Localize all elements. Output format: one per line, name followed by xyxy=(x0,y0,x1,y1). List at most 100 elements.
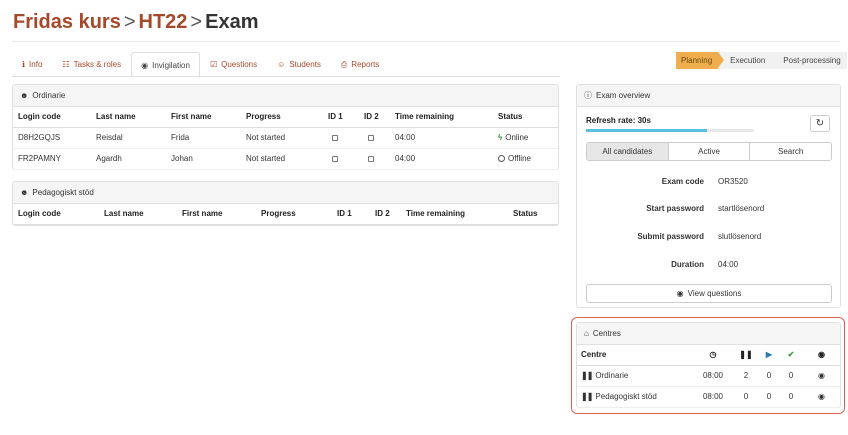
check-icon[interactable]: ✔ xyxy=(779,345,803,366)
col-time-remaining[interactable]: Time remaining xyxy=(401,204,508,225)
id1-checkbox[interactable] xyxy=(332,155,338,162)
breadcrumb-term[interactable]: HT22 xyxy=(139,11,188,33)
tab-info[interactable]: ℹ Info xyxy=(12,52,52,76)
col-progress[interactable]: Progress xyxy=(241,107,323,128)
panel-header: ☻ Ordinarie xyxy=(13,85,558,107)
id2-checkbox[interactable] xyxy=(368,155,374,162)
users-icon: ☻ xyxy=(20,91,29,100)
centres-panel: ⌂ Centres Centre ◷ ❚❚ ▶ ✔ ◉ ❚❚ Ordinarie … xyxy=(576,322,841,408)
time-remaining: 04:00 xyxy=(390,148,493,170)
list-icon: ☷ xyxy=(62,60,70,69)
col-last-name[interactable]: Last name xyxy=(99,204,177,225)
eye-icon[interactable]: ◉ xyxy=(803,386,840,408)
checkbox-icon: ☑ xyxy=(209,60,218,69)
field-label: Submit password xyxy=(637,232,704,241)
col-centre[interactable]: Centre xyxy=(577,345,693,366)
table-row[interactable]: FR2PAMNY Agardh Johan Not started 04:00 … xyxy=(13,148,558,170)
field-value: OR3520 xyxy=(718,177,748,186)
play-icon[interactable]: ▶ xyxy=(759,345,779,366)
eye-icon: ◉ xyxy=(676,289,684,298)
duration-row: Duration 04:00 xyxy=(586,260,832,269)
done-count: 0 xyxy=(779,365,803,387)
eye-icon[interactable]: ◉ xyxy=(803,365,840,387)
info-icon: ℹ xyxy=(22,60,26,69)
centre-name-cell: ❚❚ Ordinarie xyxy=(577,365,693,387)
breadcrumb-current: Exam xyxy=(205,11,259,33)
phase-planning[interactable]: Planning xyxy=(676,52,725,69)
col-id1[interactable]: ID 1 xyxy=(323,107,359,128)
table-row[interactable]: D8H2GQJS Reisdal Frida Not started 04:00… xyxy=(13,127,558,149)
refresh-rate-label: Refresh rate: 30s xyxy=(586,116,651,125)
eye-icon[interactable]: ◉ xyxy=(803,345,840,366)
panel-header: ⓘ Exam overview xyxy=(577,85,840,107)
col-last-name[interactable]: Last name xyxy=(91,107,166,128)
tab-tasks-roles[interactable]: ☷ Tasks & roles xyxy=(52,52,131,76)
panel-header: ☻ Pedagogiskt stöd xyxy=(13,182,558,204)
phase-execution[interactable]: Execution xyxy=(718,52,778,69)
view-questions-button[interactable]: ◉ View questions xyxy=(586,284,832,303)
col-id2[interactable]: ID 2 xyxy=(370,204,401,225)
filter-all-candidates[interactable]: All candidates xyxy=(587,143,668,160)
status-text: Offline xyxy=(508,154,531,163)
breadcrumb-course[interactable]: Fridas kurs xyxy=(13,11,121,33)
refresh-progress-bar xyxy=(586,129,754,132)
tab-label: Tasks & roles xyxy=(73,60,122,69)
progress-fill xyxy=(586,129,707,132)
pedagogiskt-panel: ☻ Pedagogiskt stöd Login code Last name … xyxy=(12,181,559,226)
panel-title: Ordinarie xyxy=(32,91,66,100)
exam-code-row: Exam code OR3520 xyxy=(586,177,832,186)
id1-checkbox[interactable] xyxy=(332,134,338,141)
centre-name-cell: ❚❚ Pedagogiskt stöd xyxy=(577,386,693,408)
active-count: 0 xyxy=(759,386,779,408)
tab-questions[interactable]: ☑ Questions xyxy=(200,52,267,76)
candidate-filter: All candidates Active Search xyxy=(586,142,832,161)
panel-title: Pedagogiskt stöd xyxy=(32,188,94,197)
pause-icon[interactable]: ❚❚ xyxy=(733,345,759,366)
col-time-remaining[interactable]: Time remaining xyxy=(390,107,493,128)
table-header-row: Login code Last name First name Progress… xyxy=(13,107,558,128)
table-row[interactable]: ❚❚ Ordinarie 08:00 2 0 0 ◉ xyxy=(577,365,840,387)
info-icon: ⓘ xyxy=(584,91,592,100)
field-label: Start password xyxy=(646,204,704,213)
panel-header: ⌂ Centres xyxy=(577,323,840,345)
users-icon: ☺ xyxy=(277,60,286,69)
table-row[interactable]: ❚❚ Pedagogiskt stöd 08:00 0 0 0 ◉ xyxy=(577,386,840,408)
col-login-code[interactable]: Login code xyxy=(13,107,91,128)
col-progress[interactable]: Progress xyxy=(256,204,332,225)
centre-name: Pedagogiskt stöd xyxy=(595,392,657,401)
clock-icon[interactable]: ◷ xyxy=(693,345,733,366)
candidates-table: Login code Last name First name Progress… xyxy=(13,107,558,170)
id2-checkbox[interactable] xyxy=(368,134,374,141)
tab-students[interactable]: ☺ Students xyxy=(267,52,331,76)
pause-icon[interactable]: ❚❚ xyxy=(581,371,593,380)
col-id2[interactable]: ID 2 xyxy=(359,107,390,128)
pause-icon[interactable]: ❚❚ xyxy=(581,392,593,401)
filter-search[interactable]: Search xyxy=(749,143,831,160)
status-cell: ϟ Online xyxy=(493,127,558,149)
paused-count: 2 xyxy=(733,365,759,387)
refresh-button[interactable]: ↻ xyxy=(810,115,830,132)
last-name: Agardh xyxy=(91,148,166,170)
field-label: Duration xyxy=(671,260,704,269)
table-header-row: Login code Last name First name Progress… xyxy=(13,204,558,225)
tab-label: Students xyxy=(289,60,321,69)
submit-password-row: Submit password slutlösenord xyxy=(586,232,832,241)
phase-post-processing[interactable]: Post-processing xyxy=(771,52,847,69)
tab-invigilation[interactable]: ◉ Invigilation xyxy=(131,52,200,77)
col-login-code[interactable]: Login code xyxy=(13,204,99,225)
progress: Not started xyxy=(241,127,323,149)
done-count: 0 xyxy=(779,386,803,408)
tab-label: Info xyxy=(29,60,43,69)
id2-cell xyxy=(359,148,390,170)
col-id1[interactable]: ID 1 xyxy=(332,204,370,225)
col-first-name[interactable]: First name xyxy=(166,107,241,128)
col-status[interactable]: Status xyxy=(508,204,558,225)
users-icon: ☻ xyxy=(20,188,29,197)
tab-reports[interactable]: ⎙ Reports xyxy=(331,52,389,76)
candidates-table: Login code Last name First name Progress… xyxy=(13,204,558,225)
col-first-name[interactable]: First name xyxy=(177,204,256,225)
login-code: D8H2GQJS xyxy=(13,127,91,149)
filter-active[interactable]: Active xyxy=(667,143,750,160)
first-name: Frida xyxy=(166,127,241,149)
col-status[interactable]: Status xyxy=(493,107,558,128)
